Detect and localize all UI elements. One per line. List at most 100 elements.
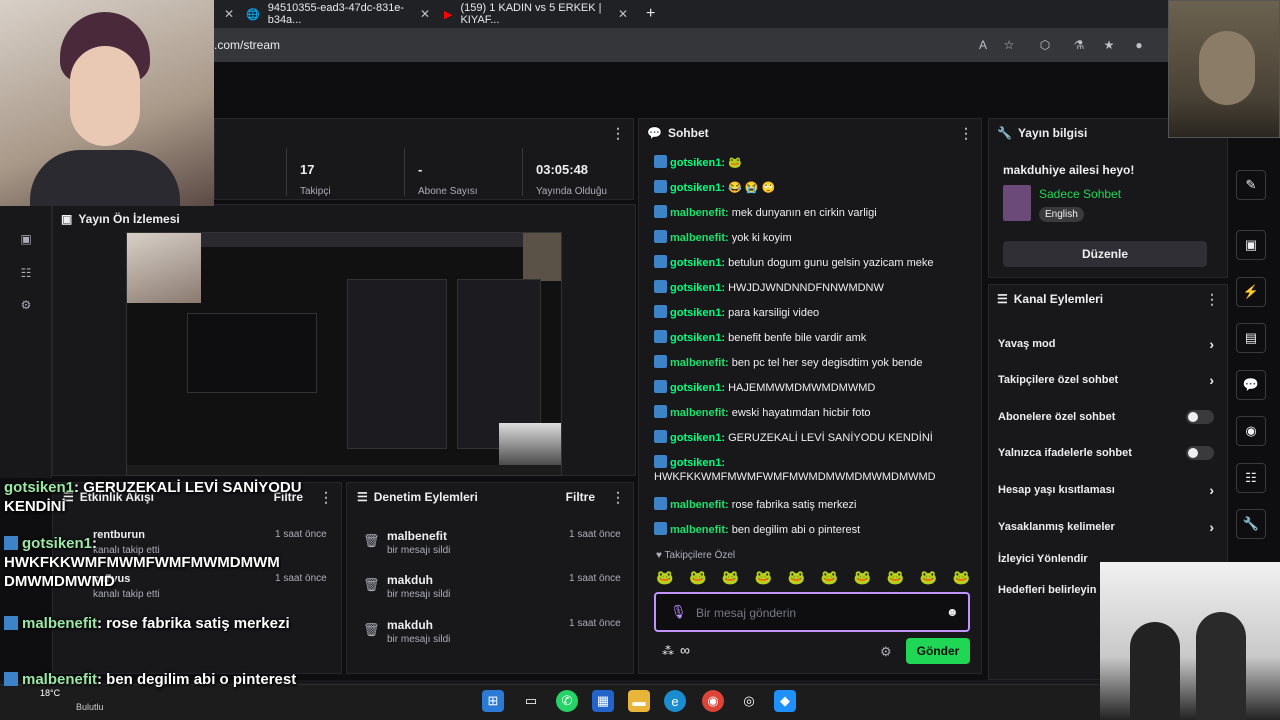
app-icon[interactable]: ◆: [774, 690, 796, 712]
chat-username[interactable]: malbenefit:: [670, 499, 729, 511]
subs-only-toggle[interactable]: [1186, 410, 1214, 424]
category-box-art[interactable]: [1003, 185, 1031, 221]
mod-user[interactable]: makduh: [387, 573, 433, 587]
chat-username[interactable]: gotsiken1:: [670, 282, 725, 294]
task-view-icon[interactable]: ▭: [520, 690, 542, 712]
preview-nav-icon[interactable]: ▣: [18, 232, 34, 248]
favorite-star-icon[interactable]: ☆: [1002, 38, 1016, 52]
chat-menu-icon[interactable]: ⋮: [959, 125, 973, 142]
emote-icon[interactable]: 🐸: [788, 569, 805, 587]
emote-only-row: Yalnızca ifadelerle sohbet: [998, 443, 1214, 463]
emote-icon[interactable]: 🐸: [656, 569, 673, 587]
emote-icon[interactable]: 🐸: [920, 569, 937, 587]
overlay-chat-line: gotsiken1: HWKFKKWMFMWMFWMFMWMDMWM DMWMD…: [4, 534, 324, 591]
emote-icon[interactable]: 🐸: [854, 569, 871, 587]
emote-icon[interactable]: 🐸: [755, 569, 772, 587]
points-icon[interactable]: ⁂: [662, 644, 674, 658]
emote-icon[interactable]: 🐸: [689, 569, 706, 587]
emote-icon[interactable]: 🐸: [722, 569, 739, 587]
mod-user[interactable]: malbenefit: [387, 529, 447, 543]
followers-only-row[interactable]: Takipçilere özel sohbet ›: [998, 370, 1214, 390]
chat-username[interactable]: gotsiken1:: [670, 157, 725, 169]
activity-menu-icon[interactable]: ⋮: [319, 489, 333, 506]
new-tab-button[interactable]: +: [638, 0, 663, 28]
browser-tab-1[interactable]: 🌐 94510355-ead3-47dc-831e-b34a... ✕: [238, 0, 438, 28]
mod-filter-button[interactable]: Filtre: [566, 490, 595, 504]
browser-tab-2[interactable]: ▶ (159) 1 KADIN vs 5 ERKEK | KIYAF... ✕: [436, 0, 636, 28]
users-nav-icon[interactable]: ☷: [18, 266, 34, 282]
obs-icon[interactable]: ◎: [738, 690, 760, 712]
document-icon[interactable]: ▤: [1236, 323, 1266, 353]
banned-words-row[interactable]: Yasaklanmış kelimeler ›: [998, 517, 1214, 537]
stats-menu-icon[interactable]: ⋮: [611, 125, 625, 142]
tab-1-close-icon[interactable]: ✕: [420, 7, 430, 21]
chrome-icon[interactable]: ◉: [702, 690, 724, 712]
store-icon[interactable]: ▦: [592, 690, 614, 712]
overlay-text: : rose fabrika satiş merkezi: [97, 615, 290, 632]
emote-icon[interactable]: 🐸: [887, 569, 904, 587]
chat-username[interactable]: gotsiken1:: [670, 182, 725, 194]
actions-menu-icon[interactable]: ⋮: [1205, 291, 1219, 308]
url-text[interactable]: .com/stream: [214, 38, 280, 52]
emote-icon[interactable]: 🐸: [821, 569, 838, 587]
whatsapp-icon[interactable]: ✆: [556, 690, 578, 712]
chat-bubble-icon: 💬: [647, 126, 662, 140]
edit-button[interactable]: Düzenle: [1003, 241, 1207, 267]
chat-text: 😂 😭 🙄: [728, 182, 776, 194]
webcam-person: [1196, 612, 1246, 720]
lightning-icon[interactable]: ⚡: [1236, 277, 1266, 307]
mod-menu-icon[interactable]: ⋮: [611, 489, 625, 506]
clip-icon[interactable]: ▣: [1236, 230, 1266, 260]
wrench-icon[interactable]: 🔧: [1236, 509, 1266, 539]
action-label: Yavaş mod: [998, 338, 1056, 350]
tab-2-close-icon[interactable]: ✕: [618, 7, 628, 21]
overlay-chat-line: malbenefit: rose fabrika satiş merkezi: [4, 614, 304, 633]
microphone-icon[interactable]: 🎙: [670, 604, 687, 620]
chat-username[interactable]: gotsiken1:: [670, 257, 725, 269]
chevron-right-icon: ›: [1209, 519, 1214, 535]
chat-username[interactable]: gotsiken1:: [670, 432, 725, 444]
chat-username[interactable]: gotsiken1:: [670, 382, 725, 394]
file-explorer-icon[interactable]: ▬: [628, 690, 650, 712]
chat-title: Sohbet: [667, 126, 709, 140]
chat-username[interactable]: malbenefit:: [670, 407, 729, 419]
emote-icon[interactable]: 🐸: [952, 569, 969, 587]
chat-username[interactable]: gotsiken1:: [670, 332, 725, 344]
extension-icon[interactable]: ⬡: [1038, 38, 1052, 52]
lab-icon[interactable]: ⚗: [1072, 38, 1086, 52]
chat-input[interactable]: 🎙 Bir mesaj gönderin ☻: [654, 592, 970, 632]
slow-mode-row[interactable]: Yavaş mod ›: [998, 334, 1214, 354]
chat-username[interactable]: malbenefit:: [670, 232, 729, 244]
category-name[interactable]: Sadece Sohbet: [1039, 187, 1121, 201]
chat-icon[interactable]: 💬: [1236, 370, 1266, 400]
stream-info-panel: 🔧 Yayın bilgisi makduhiye ailesi heyo! S…: [988, 118, 1228, 278]
edge-icon[interactable]: e: [664, 690, 686, 712]
chat-text: 🐸: [728, 157, 742, 169]
layout-icon[interactable]: ☷: [1236, 463, 1266, 493]
chat-username[interactable]: gotsiken1:: [670, 307, 725, 319]
chat-username[interactable]: malbenefit:: [670, 207, 729, 219]
settings-nav-icon[interactable]: ⚙: [18, 298, 34, 314]
favorites-icon[interactable]: ★: [1102, 38, 1116, 52]
send-button[interactable]: Gönder: [906, 638, 970, 664]
overlay-username: gotsiken1: [4, 479, 75, 496]
stream-preview-video[interactable]: [126, 232, 562, 476]
chat-text: ben degilim abi o pinterest: [731, 524, 861, 536]
pencil-icon[interactable]: ✎: [1236, 170, 1266, 200]
profile-icon[interactable]: ●: [1132, 38, 1146, 52]
chat-username[interactable]: malbenefit:: [670, 357, 729, 369]
emoji-icon[interactable]: ☻: [946, 605, 959, 619]
account-age-row[interactable]: Hesap yaşı kısıtlaması ›: [998, 480, 1214, 500]
read-aloud-icon[interactable]: A: [976, 38, 990, 52]
language-tag[interactable]: English: [1039, 207, 1084, 222]
broadcast-icon[interactable]: ◉: [1236, 416, 1266, 446]
chat-username[interactable]: gotsiken1:: [670, 457, 725, 469]
mod-user[interactable]: makduh: [387, 618, 433, 632]
start-icon[interactable]: ⊞: [482, 690, 504, 712]
chat-text: GERUZEKALİ LEVİ SANİYODU KENDİNİ: [728, 432, 933, 444]
chat-username[interactable]: malbenefit:: [670, 524, 729, 536]
emote-only-toggle[interactable]: [1186, 446, 1214, 460]
chat-badge-icon: [654, 355, 667, 368]
chat-settings-icon[interactable]: ⚙: [880, 644, 892, 660]
chat-message: gotsiken1: benefit benfe bile vardir amk: [654, 330, 974, 345]
